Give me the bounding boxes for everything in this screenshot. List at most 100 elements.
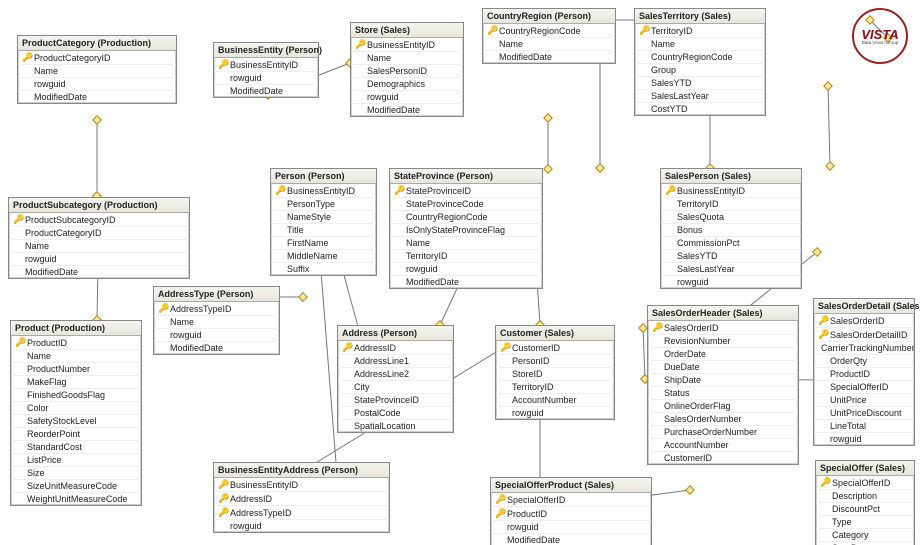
table-row[interactable]: ModifiedDate [18,90,176,103]
table-row[interactable]: Name [483,37,615,50]
table-salesorderheader[interactable]: SalesOrderHeader (Sales)🔑SalesOrderIDRev… [647,305,799,465]
table-row[interactable]: rowguid [214,519,389,532]
table-row[interactable]: StoreID [496,367,614,380]
table-title[interactable]: SpecialOfferProduct (Sales) [491,478,651,493]
table-row[interactable]: IsOnlyStateProvinceFlag [390,223,542,236]
table-productcategory[interactable]: ProductCategory (Production)🔑ProductCate… [17,35,177,104]
table-row[interactable]: StandardCost [11,440,141,453]
table-row[interactable]: rowguid [9,252,189,265]
table-row[interactable]: 🔑AddressID [214,491,389,505]
table-row[interactable]: UnitPriceDiscount [814,406,914,419]
table-row[interactable]: rowguid [661,275,801,288]
table-row[interactable]: TerritoryID [390,249,542,262]
table-row[interactable]: Type [816,515,914,528]
table-title[interactable]: Product (Production) [11,321,141,336]
table-row[interactable]: Name [11,349,141,362]
table-row[interactable]: CostYTD [635,102,765,115]
table-row[interactable]: ModifiedDate [214,84,318,97]
table-title[interactable]: SalesTerritory (Sales) [635,9,765,24]
table-row[interactable]: ModifiedDate [9,265,189,278]
table-row[interactable]: AccountNumber [648,438,798,451]
table-row[interactable]: Bonus [661,223,801,236]
table-row[interactable]: NameStyle [271,210,376,223]
table-row[interactable]: SafetyStockLevel [11,414,141,427]
table-productsubcategory[interactable]: ProductSubcategory (Production)🔑ProductS… [8,197,190,279]
table-row[interactable]: 🔑SpecialOfferID [491,493,651,506]
table-row[interactable]: 🔑BusinessEntityID [661,184,801,197]
table-specialoffer[interactable]: SpecialOffer (Sales)🔑SpecialOfferIDDescr… [815,460,915,545]
table-row[interactable]: FirstName [271,236,376,249]
table-row[interactable]: OnlineOrderFlag [648,399,798,412]
table-row[interactable]: DiscountPct [816,502,914,515]
table-row[interactable]: TerritoryID [661,197,801,210]
table-product[interactable]: Product (Production)🔑ProductIDNameProduc… [10,320,142,506]
table-row[interactable]: City [338,380,453,393]
table-row[interactable]: AccountNumber [496,393,614,406]
table-row[interactable]: Description [816,489,914,502]
table-stateprovince[interactable]: StateProvince (Person)🔑StateProvinceIDSt… [389,168,543,289]
table-row[interactable]: 🔑AddressTypeID [214,505,389,519]
table-row[interactable]: rowguid [351,90,463,103]
table-row[interactable]: 🔑ProductSubcategoryID [9,213,189,226]
table-salesterritory[interactable]: SalesTerritory (Sales)🔑TerritoryIDNameCo… [634,8,766,116]
table-row[interactable]: 🔑ProductID [491,506,651,520]
table-row[interactable]: PersonID [496,354,614,367]
table-row[interactable]: 🔑BusinessEntityID [271,184,376,197]
table-row[interactable]: SalesPersonID [351,64,463,77]
table-row[interactable]: Name [9,239,189,252]
table-address[interactable]: Address (Person)🔑AddressIDAddressLine1Ad… [337,325,454,433]
table-row[interactable]: SpecialOfferID [814,380,914,393]
table-row[interactable]: Status [648,386,798,399]
table-title[interactable]: Store (Sales) [351,23,463,38]
table-row[interactable]: AddressLine2 [338,367,453,380]
table-row[interactable]: ProductID [814,367,914,380]
table-title[interactable]: Person (Person) [271,169,376,184]
table-row[interactable]: Suffix [271,262,376,275]
table-row[interactable]: Color [11,401,141,414]
table-row[interactable]: ModifiedDate [491,533,651,545]
table-row[interactable]: Category [816,528,914,541]
table-row[interactable]: rowguid [18,77,176,90]
table-row[interactable]: Demographics [351,77,463,90]
table-addresstype[interactable]: AddressType (Person)🔑AddressTypeIDNamero… [153,286,280,355]
table-row[interactable]: rowguid [496,406,614,419]
table-row[interactable]: rowguid [214,71,318,84]
er-diagram-canvas[interactable]: VISTA Data Vision Group ProductCategory … [0,0,920,545]
table-title[interactable]: ProductSubcategory (Production) [9,198,189,213]
table-row[interactable]: UnitPrice [814,393,914,406]
table-row[interactable]: 🔑AddressID [338,341,453,354]
table-row[interactable]: PurchaseOrderNumber [648,425,798,438]
table-row[interactable]: 🔑SalesOrderID [814,314,914,327]
table-row[interactable]: rowguid [390,262,542,275]
table-row[interactable]: 🔑StateProvinceID [390,184,542,197]
table-row[interactable]: StateProvinceCode [390,197,542,210]
table-row[interactable]: SalesQuota [661,210,801,223]
table-row[interactable]: ModifiedDate [390,275,542,288]
table-row[interactable]: FinishedGoodsFlag [11,388,141,401]
table-title[interactable]: SpecialOffer (Sales) [816,461,914,476]
table-row[interactable]: OrderQty [814,354,914,367]
table-row[interactable]: 🔑BusinessEntityID [214,478,389,491]
table-title[interactable]: SalesOrderHeader (Sales) [648,306,798,321]
table-title[interactable]: ProductCategory (Production) [18,36,176,51]
table-row[interactable]: CountryRegionCode [390,210,542,223]
table-row[interactable]: Name [154,315,279,328]
table-row[interactable]: CountryRegionCode [635,50,765,63]
table-row[interactable]: Title [271,223,376,236]
table-row[interactable]: 🔑SalesOrderID [648,321,798,334]
table-customer[interactable]: Customer (Sales)🔑CustomerIDPersonIDStore… [495,325,615,420]
table-row[interactable]: SpatialLocation [338,419,453,432]
table-salesperson[interactable]: SalesPerson (Sales)🔑BusinessEntityIDTerr… [660,168,802,289]
table-row[interactable]: RevisionNumber [648,334,798,347]
table-row[interactable]: ModifiedDate [351,103,463,116]
table-row[interactable]: OrderDate [648,347,798,360]
table-row[interactable]: Name [18,64,176,77]
table-row[interactable]: MiddleName [271,249,376,262]
table-row[interactable]: 🔑CustomerID [496,341,614,354]
table-row[interactable]: ModifiedDate [154,341,279,354]
table-row[interactable]: LineTotal [814,419,914,432]
table-row[interactable]: SalesLastYear [635,89,765,102]
table-row[interactable]: Name [390,236,542,249]
table-row[interactable]: rowguid [154,328,279,341]
table-countryregion[interactable]: CountryRegion (Person)🔑CountryRegionCode… [482,8,616,64]
